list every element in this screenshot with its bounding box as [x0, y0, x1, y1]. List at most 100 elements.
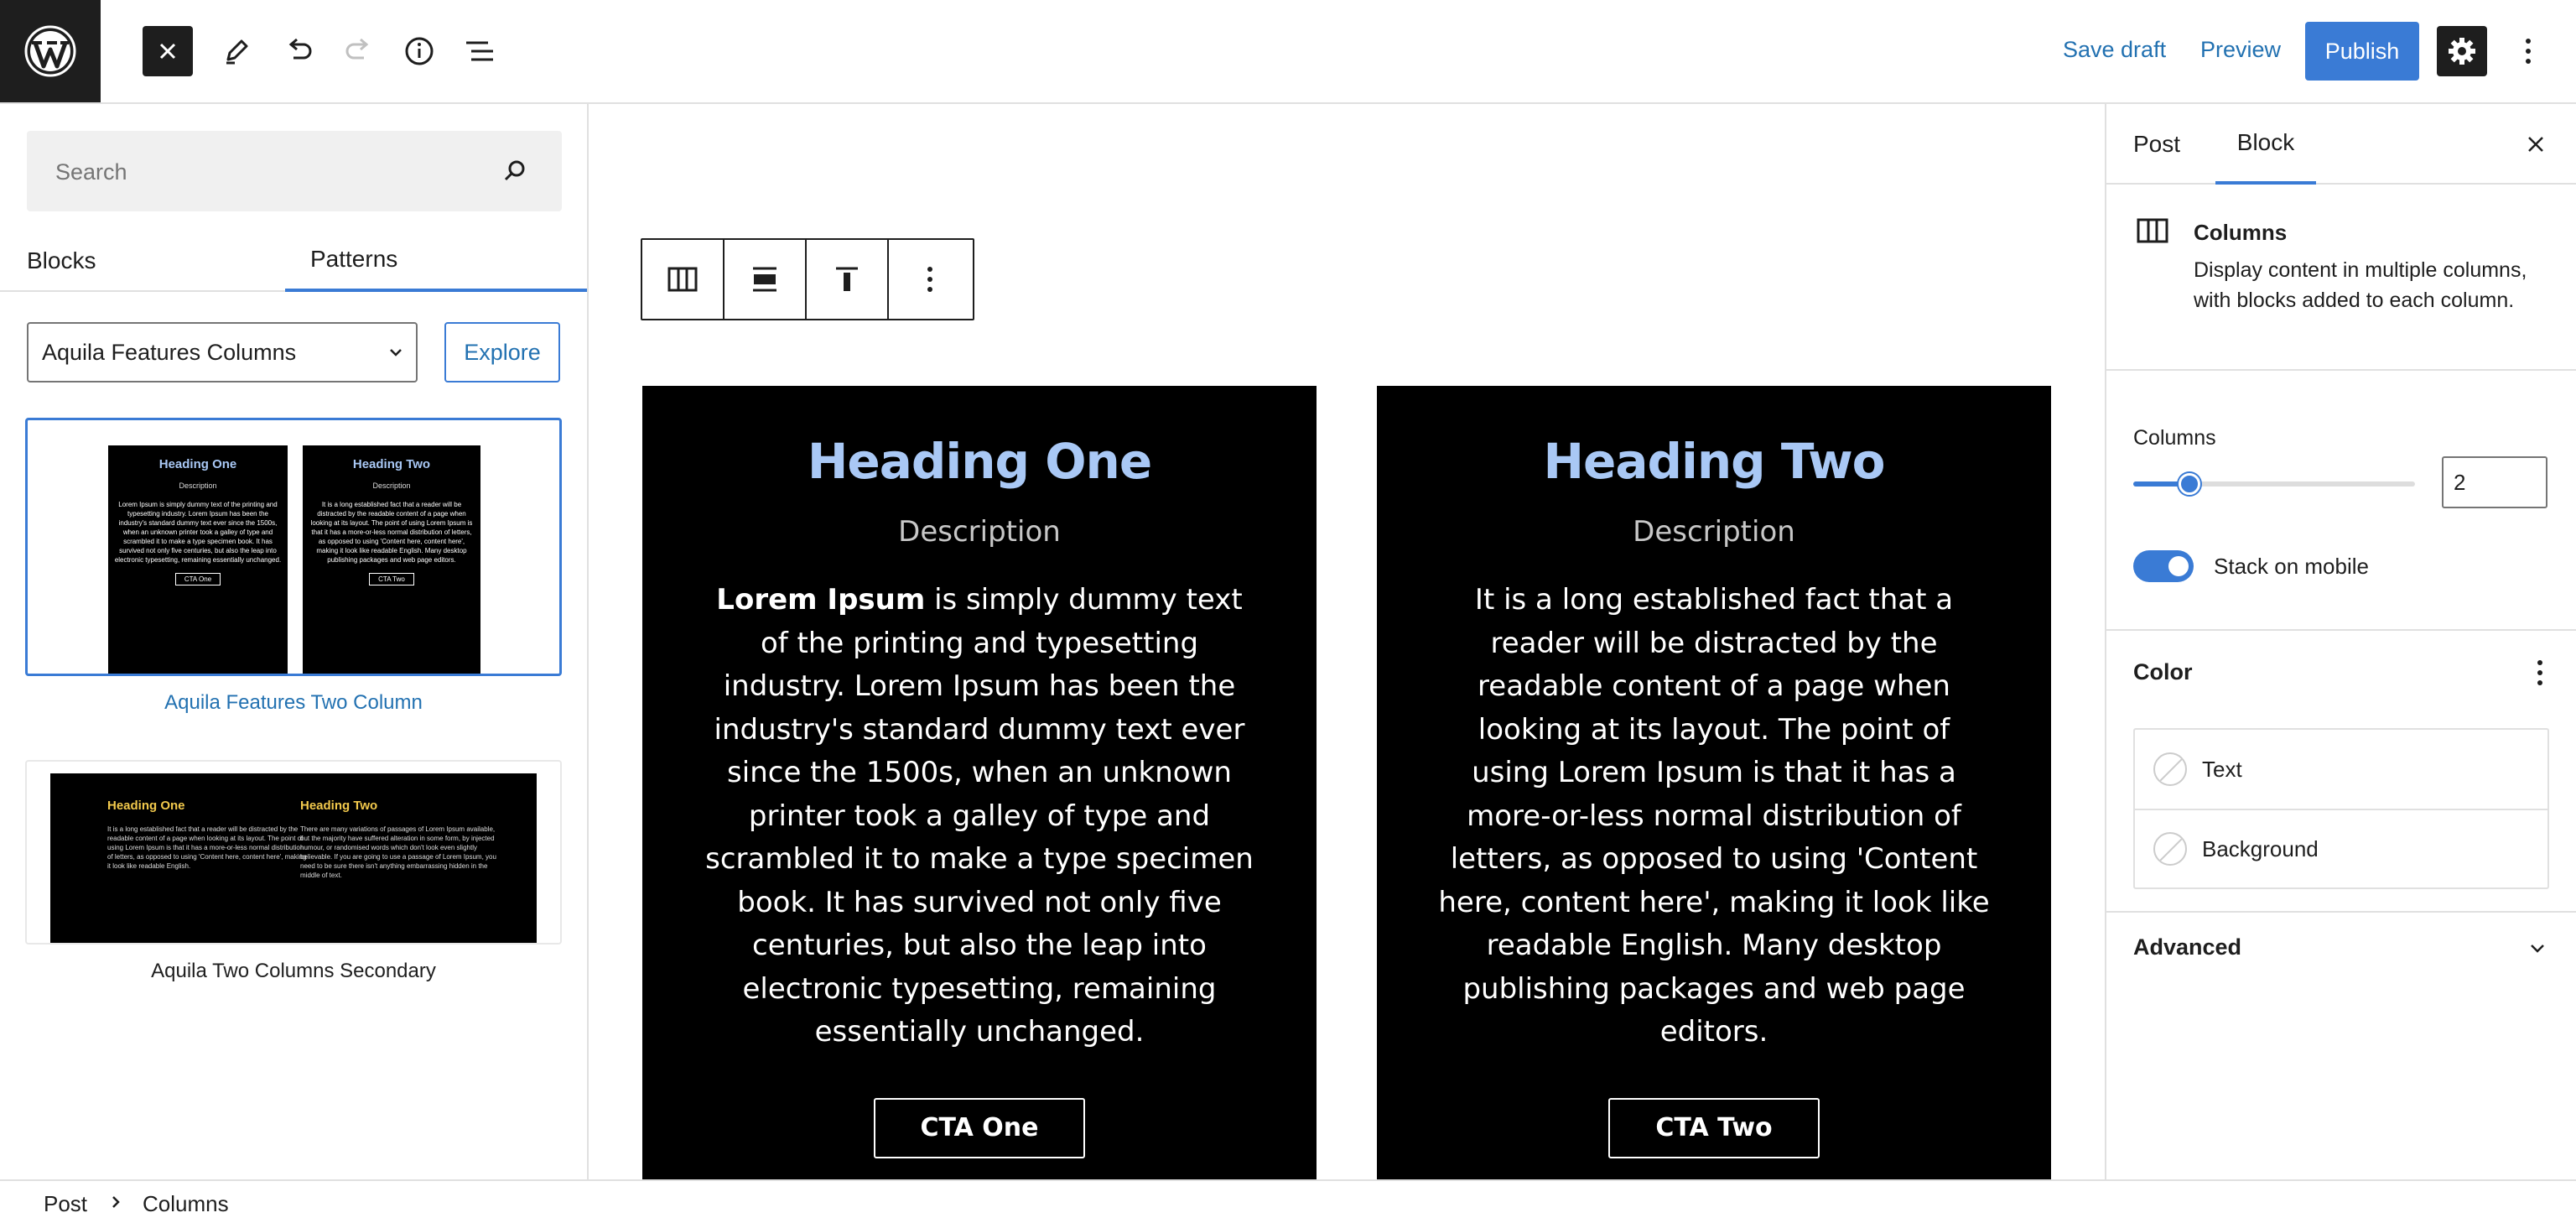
column-one[interactable]: Heading One Description Lorem Ipsum is s…	[642, 386, 1317, 1179]
color-panel-title: Color	[2133, 659, 2193, 684]
close-inserter-button[interactable]	[143, 26, 193, 76]
color-settings-list: Text Background	[2133, 728, 2549, 889]
block-options-button[interactable]	[889, 240, 971, 319]
advanced-panel-title: Advanced	[2133, 934, 2242, 960]
slider-thumb[interactable]	[2179, 473, 2200, 495]
list-view-icon	[466, 41, 493, 61]
editor-canvas: Heading One Description Lorem Ipsum is s…	[589, 104, 2105, 1179]
settings-sidebar: Post Block Columns Display content in mu…	[2105, 104, 2576, 1179]
block-card: Columns Display content in multiple colu…	[2106, 185, 2576, 371]
pattern-preview-features-two-column[interactable]: Heading One Description Lorem Ipsum is s…	[25, 418, 562, 676]
editor-header: Save draft Preview Publish	[0, 0, 2576, 104]
pattern-label[interactable]: Aquila Features Two Column	[25, 691, 562, 715]
cta-two-button[interactable]: CTA Two	[1608, 1097, 1820, 1158]
preview-button[interactable]: Preview	[2200, 37, 2281, 63]
block-card-description: Display content in multiple columns, wit…	[2194, 258, 2527, 312]
column-two[interactable]: Heading Two Description It is a long est…	[1377, 386, 2051, 1179]
vertical-align-top-icon	[836, 267, 858, 291]
list-view-button[interactable]	[454, 26, 505, 76]
stack-on-mobile-label: Stack on mobile	[2214, 554, 2369, 579]
close-settings-button[interactable]	[2519, 128, 2553, 161]
tab-post[interactable]: Post	[2133, 104, 2180, 185]
column-description[interactable]: Description	[642, 515, 1317, 549]
info-icon	[405, 37, 434, 65]
mini-column-one: Heading One It is a long established fac…	[107, 799, 309, 871]
column-heading[interactable]: Heading One	[642, 433, 1317, 490]
paragraph-bold-text: Lorem Ipsum	[716, 583, 926, 617]
wordpress-icon	[24, 25, 76, 77]
color-options-button[interactable]	[2527, 656, 2553, 690]
advanced-panel-toggle[interactable]: Advanced	[2106, 913, 2576, 988]
column-heading[interactable]: Heading Two	[1377, 433, 2051, 490]
mini-column-two: Heading Two Description It is a long est…	[303, 445, 480, 674]
gear-icon	[2449, 38, 2475, 65]
mini-text: It is a long established fact that a rea…	[310, 501, 473, 564]
breadcrumb-item-columns[interactable]: Columns	[143, 1191, 229, 1217]
color-item-label: Background	[2202, 835, 2319, 861]
options-button[interactable]	[2507, 26, 2549, 76]
color-swatch-empty-icon	[2153, 752, 2187, 786]
paragraph-text: is simply dummy text of the printing and…	[705, 583, 1254, 1049]
color-panel: Color Text Background	[2106, 631, 2576, 913]
stack-on-mobile-toggle[interactable]	[2133, 550, 2194, 582]
mini-heading: Heading One	[158, 457, 237, 471]
columns-icon	[667, 267, 698, 292]
redo-icon	[345, 38, 369, 60]
mini-text: Lorem Ipsum is simply dummy text of the …	[114, 501, 282, 564]
color-item-text[interactable]: Text	[2135, 730, 2547, 809]
color-item-label: Text	[2202, 756, 2242, 782]
publish-button[interactable]: Publish	[2305, 22, 2419, 81]
tab-blocks[interactable]: Blocks	[27, 230, 96, 292]
search-placeholder: Search	[55, 159, 127, 185]
breadcrumb: Post Columns	[0, 1179, 2576, 1223]
column-paragraph[interactable]: It is a long established fact that a rea…	[1437, 579, 1991, 1054]
color-item-background[interactable]: Background	[2135, 809, 2547, 887]
pattern-label[interactable]: Aquila Two Columns Secondary	[25, 960, 562, 983]
undo-button[interactable]	[273, 26, 324, 76]
chevron-down-icon	[390, 349, 402, 356]
toggle-knob	[2168, 556, 2189, 576]
columns-settings-panel: Columns 2 Stack on mobile	[2106, 371, 2576, 631]
mini-heading: Heading Two	[300, 799, 378, 813]
undo-icon	[288, 38, 312, 60]
color-swatch-empty-icon	[2153, 832, 2187, 866]
more-vertical-icon	[927, 267, 932, 292]
close-icon	[159, 43, 176, 60]
chevron-right-icon	[112, 1196, 120, 1208]
redo-button[interactable]	[334, 26, 384, 76]
mini-column-two: Heading Two There are many variations of…	[300, 799, 501, 880]
mini-description: Description	[179, 481, 217, 490]
mini-heading: Heading One	[107, 799, 185, 813]
columns-number-input[interactable]: 2	[2442, 456, 2547, 508]
align-button[interactable]	[724, 240, 807, 319]
mini-column-one: Heading One Description Lorem Ipsum is s…	[108, 445, 288, 674]
column-description[interactable]: Description	[1377, 515, 2051, 549]
columns-label: Columns	[2133, 426, 2216, 450]
block-type-button[interactable]	[642, 240, 724, 319]
vertical-align-button[interactable]	[807, 240, 889, 319]
inserter-tabs: Blocks Patterns	[0, 230, 587, 292]
save-draft-button[interactable]: Save draft	[2063, 37, 2166, 63]
columns-slider[interactable]	[2133, 473, 2415, 495]
tab-patterns[interactable]: Patterns	[285, 230, 587, 292]
block-inserter-panel: Search Blocks Patterns Aquila Features C…	[0, 104, 589, 1179]
more-vertical-icon	[2537, 660, 2542, 685]
tab-block[interactable]: Block	[2215, 104, 2316, 185]
mini-text: It is a long established fact that a rea…	[107, 825, 307, 870]
pattern-category-value: Aquila Features Columns	[42, 339, 297, 365]
tools-button[interactable]	[211, 26, 262, 76]
settings-button[interactable]	[2437, 26, 2487, 76]
breadcrumb-item-post[interactable]: Post	[44, 1191, 87, 1217]
close-icon	[2528, 137, 2543, 152]
pattern-category-select[interactable]: Aquila Features Columns	[27, 322, 418, 383]
more-vertical-icon	[2526, 39, 2531, 64]
search-input[interactable]: Search	[27, 131, 562, 211]
details-button[interactable]	[394, 26, 444, 76]
wordpress-logo[interactable]	[0, 0, 101, 102]
cta-one-button[interactable]: CTA One	[874, 1097, 1085, 1158]
mini-cta: CTA Two	[369, 573, 414, 585]
explore-button[interactable]: Explore	[444, 322, 560, 383]
search-icon	[504, 160, 525, 181]
column-paragraph[interactable]: Lorem Ipsum is simply dummy text of the …	[703, 579, 1256, 1054]
pattern-preview-two-columns-secondary[interactable]: Heading One It is a long established fac…	[25, 760, 562, 945]
